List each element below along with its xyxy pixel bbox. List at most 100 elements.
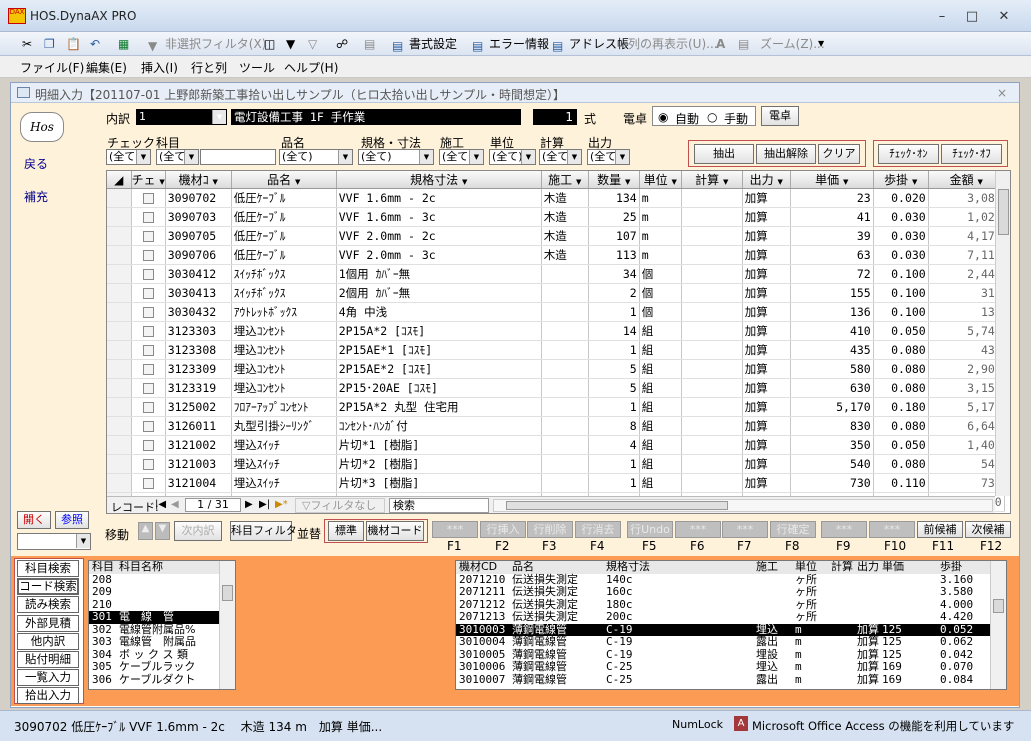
first-record-icon[interactable]: |◀ — [155, 499, 166, 510]
cell-bukake[interactable]: 0.100 — [873, 283, 929, 303]
cell-kikaku[interactable]: 2P15AE*2 [ｺｽﾓ] — [336, 359, 542, 379]
cell-code[interactable]: 3123319 — [165, 378, 232, 398]
cell-code[interactable]: 3121004 — [165, 473, 232, 493]
cell-bukake[interactable]: 0.180 — [873, 397, 929, 417]
list-item[interactable]: 301 電 線 管 — [89, 610, 235, 624]
chevron-down-icon[interactable]: ▼ — [338, 150, 352, 164]
chevron-down-icon[interactable]: ▼ — [469, 150, 483, 164]
table-row[interactable]: 3123319 埋込ｺﾝｾﾝﾄ 2P15･20AE [ｺｽﾓ] 5 組 加算 630 0.08… — [107, 378, 1005, 398]
col-header-output[interactable]: 出力 ▼ — [742, 171, 791, 189]
cell-output[interactable]: 加算 — [742, 378, 791, 398]
code-search-button[interactable]: コード検索 — [17, 578, 79, 596]
cell-code[interactable]: 3126011 — [165, 416, 232, 436]
row-checkbox[interactable] — [131, 207, 166, 227]
row-checkbox[interactable] — [131, 435, 166, 455]
manual-radio[interactable]: ○ — [707, 110, 717, 124]
form-close-button[interactable]: × — [997, 86, 1007, 100]
filter-seko-select[interactable]: (全て) ▼ — [439, 149, 484, 165]
cell-bukake[interactable]: 0.030 — [873, 226, 929, 246]
cell-bukake[interactable]: 0.080 — [873, 454, 929, 474]
cell-hinmei[interactable]: 埋込ｽｲｯﾁ — [231, 435, 337, 455]
fkey-button-f5[interactable]: 行Undo — [627, 521, 673, 538]
cell-code[interactable]: 3090705 — [165, 226, 232, 246]
zoom-button[interactable]: ズーム(Z)... — [760, 35, 825, 53]
cell-seko[interactable] — [541, 454, 589, 474]
copy-icon[interactable]: ❐ — [44, 35, 55, 53]
cut-icon[interactable]: ✂ — [22, 35, 32, 53]
row-selector[interactable] — [107, 454, 132, 474]
cell-seko[interactable] — [541, 378, 589, 398]
row-selector[interactable] — [107, 397, 132, 417]
cell-seko[interactable] — [541, 435, 589, 455]
cell-code[interactable]: 3121002 — [165, 435, 232, 455]
cell-price[interactable]: 435 — [790, 340, 874, 360]
menu-rows-cols[interactable]: 行と列 — [191, 59, 227, 76]
cell-amount[interactable]: 2,900 — [928, 359, 1005, 379]
menu-help[interactable]: ヘルプ(H) — [284, 59, 338, 76]
cell-price[interactable]: 63 — [790, 245, 874, 265]
cell-hinmei[interactable]: ｱｳﾄﾚｯﾄﾎﾞｯｸｽ — [231, 302, 337, 322]
list-item[interactable]: 209 — [89, 585, 235, 599]
checkbox-icon[interactable] — [142, 307, 154, 318]
cell-hinmei[interactable]: ﾌﾛｱｰｱｯﾌﾟｺﾝｾﾝﾄ — [231, 397, 337, 417]
cell-seko[interactable]: 木造 — [541, 245, 589, 265]
hiroidashi-input-button[interactable]: 拾出入力 — [17, 687, 79, 705]
col-header-amount[interactable]: 金額 ▼ — [928, 171, 1005, 189]
cell-qty[interactable]: 107 — [588, 226, 640, 246]
fkey-button-f11[interactable]: 前候補 — [917, 521, 963, 538]
naiyaku-select[interactable]: 1 ▼ — [136, 109, 227, 125]
checkbox-icon[interactable] — [142, 193, 154, 204]
sort-standard-button[interactable]: 標準 — [328, 521, 364, 541]
filter-off-button[interactable]: ▼ 非選択フィルタ(X) — [148, 35, 266, 53]
cell-bukake[interactable]: 0.080 — [873, 416, 929, 436]
cell-keisan[interactable] — [681, 454, 743, 474]
back-link[interactable]: 戻る — [24, 155, 48, 172]
cell-kikaku[interactable]: 2P15AE*1 [ｺｽﾓ] — [336, 340, 542, 360]
cell-qty[interactable]: 25 — [588, 207, 640, 227]
checkbox-icon[interactable] — [142, 421, 154, 432]
cell-seko[interactable] — [541, 416, 589, 436]
extract-clear-button[interactable]: 抽出解除 — [756, 144, 816, 164]
naiyaku-qty-field[interactable]: 1 — [533, 109, 577, 125]
column-redisplay-button[interactable]: 列の再表示(U)... — [628, 35, 718, 53]
cell-amount[interactable]: 7,119 — [928, 245, 1005, 265]
cell-price[interactable]: 730 — [790, 473, 874, 493]
paste-icon[interactable]: 📋 — [66, 35, 81, 53]
cell-qty[interactable]: 1 — [588, 397, 640, 417]
cell-kikaku[interactable]: 2P15･20AE [ｺｽﾓ] — [336, 378, 542, 398]
checkbox-icon[interactable] — [142, 212, 154, 223]
cell-output[interactable]: 加算 — [742, 473, 791, 493]
cell-code[interactable]: 3090702 — [165, 188, 232, 208]
row-selector[interactable] — [107, 378, 132, 398]
cell-code[interactable]: 3030413 — [165, 283, 232, 303]
cell-output[interactable]: 加算 — [742, 302, 791, 322]
row-checkbox[interactable] — [131, 302, 166, 322]
cell-kikaku[interactable]: VVF 1.6mm - 2c — [336, 188, 542, 208]
list-item[interactable]: 2071211 伝送損失測定 160c ヶ所 3.580 — [456, 585, 1006, 599]
cell-kikaku[interactable]: 2P15A*2 [ｺｽﾓ] — [336, 321, 542, 341]
checkbox-icon[interactable] — [142, 478, 154, 489]
cell-price[interactable]: 5,170 — [790, 397, 874, 417]
cell-seko[interactable] — [541, 321, 589, 341]
kamoku-filter-button[interactable]: 科目フィルタ — [230, 521, 297, 541]
chevron-down-icon[interactable]: ▼ — [136, 150, 150, 164]
cell-bukake[interactable]: 0.030 — [873, 245, 929, 265]
check-on-button[interactable]: ﾁｪｯｸ･ｵﾝ — [878, 144, 939, 164]
grid-hscrollbar[interactable] — [493, 499, 993, 512]
cell-price[interactable]: 630 — [790, 378, 874, 398]
list-item[interactable]: 3010006 薄鋼電線管 C-25 埋込 m 加算 169 0.070 — [456, 660, 1006, 674]
cell-qty[interactable]: 4 — [588, 435, 640, 455]
cell-output[interactable]: 加算 — [742, 359, 791, 379]
row-selector[interactable] — [107, 321, 132, 341]
cell-keisan[interactable] — [681, 264, 743, 284]
cell-unit[interactable]: 組 — [639, 378, 682, 398]
checkbox-icon[interactable] — [142, 345, 154, 356]
cell-keisan[interactable] — [681, 397, 743, 417]
cell-price[interactable]: 39 — [790, 226, 874, 246]
supplement-link[interactable]: 補充 — [24, 188, 48, 205]
cell-qty[interactable]: 5 — [588, 378, 640, 398]
fkey-button-f10[interactable]: *** — [869, 521, 915, 538]
toolbar-options-icon[interactable]: ▼ — [818, 35, 824, 53]
cell-bukake[interactable]: 0.030 — [873, 207, 929, 227]
menu-edit[interactable]: 編集(E) — [86, 59, 127, 76]
